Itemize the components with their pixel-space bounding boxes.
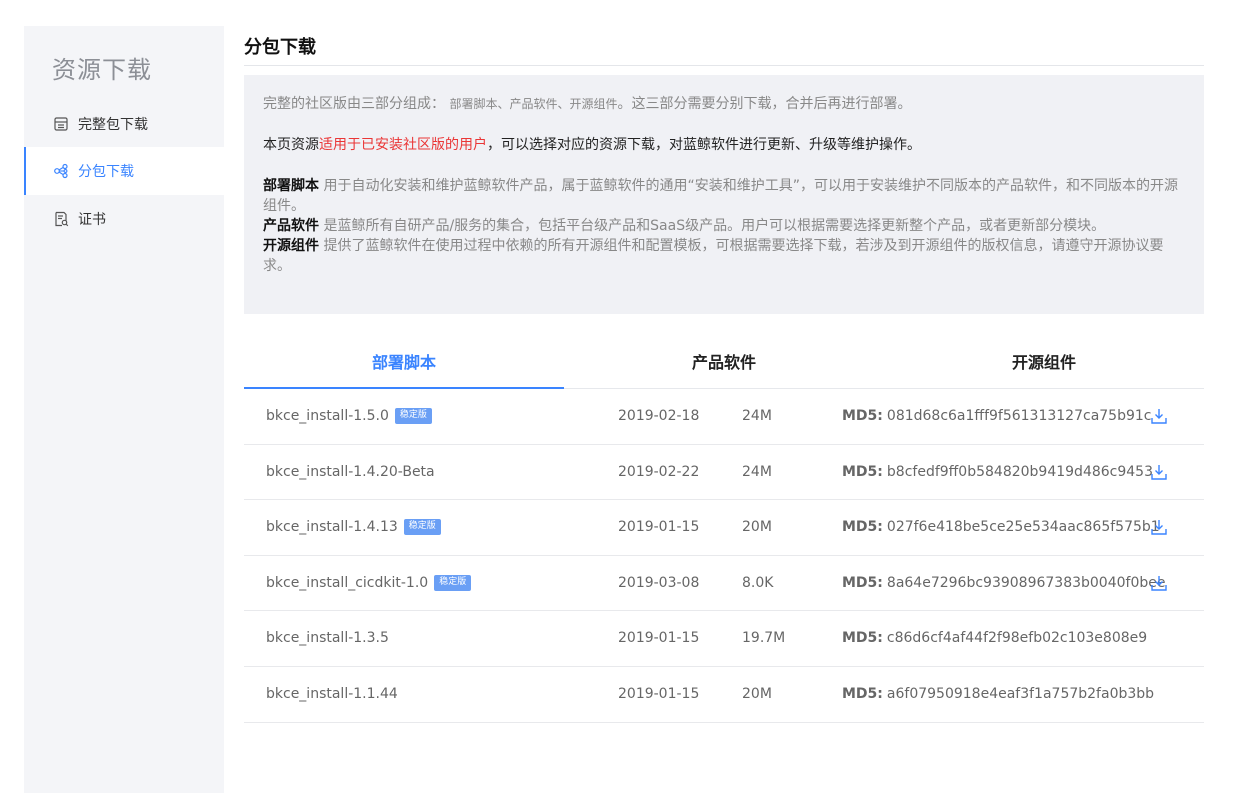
deploy-text: 用于自动化安装和维护蓝鲸软件产品，属于蓝鲸软件的通用“安装和维护工具”，可以用于… bbox=[263, 178, 1178, 214]
package-name-cell: bkce_install-1.5.0 稳定版 bbox=[266, 389, 432, 443]
stable-badge: 稳定版 bbox=[434, 574, 472, 591]
sidebar-item-split-download[interactable]: 分包下载 bbox=[24, 147, 224, 195]
release-date: 2019-01-15 bbox=[618, 685, 700, 702]
release-date: 2019-01-15 bbox=[618, 630, 700, 647]
md5-value: 027f6e418be5ce25e534aac865f575b1 bbox=[886, 519, 1160, 536]
md5-value: b8cfedf9ff0b584820b9419d486c9453 bbox=[886, 463, 1153, 480]
tab-bar: 部署脚本 产品软件 开源组件 bbox=[244, 343, 1204, 389]
download-icon[interactable] bbox=[1150, 463, 1168, 481]
sidebar-item-label: 证书 bbox=[78, 212, 106, 228]
md5-value: c86d6cf4af44f2f98efb02c103e808e9 bbox=[886, 630, 1148, 647]
scope-highlight: 适用于已安装社区版的用户 bbox=[319, 137, 487, 153]
package-name: bkce_install-1.1.44 bbox=[266, 685, 398, 702]
package-list: bkce_install-1.5.0 稳定版 2019-02-18 24M MD5: 08… bbox=[244, 389, 1204, 723]
package-name: bkce_install-1.3.5 bbox=[266, 630, 389, 647]
page-title: 分包下载 bbox=[244, 26, 1204, 66]
file-size: 20M bbox=[742, 685, 772, 702]
package-name-cell: bkce_install-1.4.13 稳定版 bbox=[266, 500, 441, 554]
md5-cell: MD5: b8cfedf9ff0b584820b9419d486c9453 bbox=[842, 445, 1153, 499]
sidebar-title: 资源下载 bbox=[52, 56, 152, 84]
oss-text: 提供了蓝鲸软件在使用过程中依赖的所有开源组件和配置模板，可根据需要选择下载，若涉… bbox=[263, 238, 1164, 274]
share-nodes-icon bbox=[52, 162, 70, 180]
package-name: bkce_install-1.4.20-Beta bbox=[266, 463, 435, 480]
package-name-cell: bkce_install-1.3.5 bbox=[266, 611, 389, 665]
certificate-icon bbox=[52, 210, 70, 228]
scope-prefix: 本页资源 bbox=[263, 137, 319, 153]
scope-suffix: ，可以选择对应的资源下载，对蓝鲸软件进行更新、升级等维护操作。 bbox=[487, 137, 921, 153]
md5-value: a6f07950918e4eaf3f1a757b2fa0b3bb bbox=[886, 685, 1155, 702]
md5-cell: MD5: a6f07950918e4eaf3f1a757b2fa0b3bb bbox=[842, 667, 1154, 721]
stable-badge: 稳定版 bbox=[394, 408, 432, 424]
sidebar: 资源下载 完整包下载 分包下载 证书 bbox=[24, 26, 224, 793]
package-name: bkce_install-1.4.13 bbox=[266, 519, 398, 536]
info-oss: 开源组件 提供了蓝鲸软件在使用过程中依赖的所有开源组件和配置模板，可根据需要选择… bbox=[263, 236, 1185, 276]
tab-open-source[interactable]: 开源组件 bbox=[884, 343, 1204, 388]
info-intro: 完整的社区版由三部分组成： 部署脚本、产品软件、开源组件。这三部分需要分别下载，… bbox=[263, 94, 1185, 114]
sidebar-item-certificate[interactable]: 证书 bbox=[24, 195, 224, 243]
deploy-label: 部署脚本 bbox=[263, 178, 319, 194]
md5-value: 081d68c6a1fff9f561313127ca75b91c bbox=[886, 408, 1152, 424]
package-name-cell: bkce_install_cicdkit-1.0 稳定版 bbox=[266, 556, 472, 610]
intro-parts: 部署脚本、产品软件、开源组件 bbox=[449, 97, 618, 111]
table-row: bkce_install_cicdkit-1.0 稳定版 2019-03-08 8.0… bbox=[244, 556, 1204, 612]
table-row: bkce_install-1.5.0 稳定版 2019-02-18 24M MD5: 08… bbox=[244, 389, 1204, 445]
tab-product-software[interactable]: 产品软件 bbox=[564, 343, 884, 388]
md5-cell: MD5: 027f6e418be5ce25e534aac865f575b1 bbox=[842, 500, 1160, 554]
product-text: 是蓝鲸所有自研产品/服务的集合，包括平台级产品和SaaS级产品。用户可以根据需要… bbox=[323, 218, 1106, 234]
sidebar-item-label: 分包下载 bbox=[78, 164, 134, 180]
package-name-cell: bkce_install-1.1.44 bbox=[266, 667, 398, 721]
stable-badge: 稳定版 bbox=[403, 519, 441, 536]
info-panel: 完整的社区版由三部分组成： 部署脚本、产品软件、开源组件。这三部分需要分别下载，… bbox=[244, 75, 1204, 314]
main-content: 分包下载 完整的社区版由三部分组成： 部署脚本、产品软件、开源组件。这三部分需要… bbox=[244, 26, 1204, 723]
product-label: 产品软件 bbox=[263, 218, 319, 234]
md5-label: MD5: bbox=[842, 408, 883, 424]
file-size: 8.0K bbox=[742, 574, 774, 591]
table-row: bkce_install-1.3.5 2019-01-15 19.7M MD5: c86… bbox=[244, 611, 1204, 667]
table-row: bkce_install-1.4.13 稳定版 2019-01-15 20M MD5: 0… bbox=[244, 500, 1204, 556]
release-date: 2019-03-08 bbox=[618, 574, 700, 591]
file-size: 19.7M bbox=[742, 630, 786, 647]
release-date: 2019-02-22 bbox=[618, 463, 700, 480]
file-size: 24M bbox=[742, 463, 772, 480]
intro-suffix: 。这三部分需要分别下载，合并后再进行部署。 bbox=[617, 96, 912, 112]
info-deploy: 部署脚本 用于自动化安装和维护蓝鲸软件产品，属于蓝鲸软件的通用“安装和维护工具”… bbox=[263, 176, 1185, 216]
md5-cell: MD5: c86d6cf4af44f2f98efb02c103e808e9 bbox=[842, 611, 1147, 665]
md5-label: MD5: bbox=[842, 519, 883, 536]
sidebar-item-label: 完整包下载 bbox=[78, 117, 148, 133]
download-icon[interactable] bbox=[1150, 574, 1168, 592]
md5-label: MD5: bbox=[842, 463, 883, 480]
info-product: 产品软件 是蓝鲸所有自研产品/服务的集合，包括平台级产品和SaaS级产品。用户可… bbox=[263, 216, 1185, 236]
sidebar-item-full-package[interactable]: 完整包下载 bbox=[24, 100, 224, 148]
tab-deploy-scripts[interactable]: 部署脚本 bbox=[244, 343, 564, 389]
release-date: 2019-02-18 bbox=[618, 408, 700, 424]
package-name-cell: bkce_install-1.4.20-Beta bbox=[266, 445, 435, 499]
download-icon[interactable] bbox=[1150, 407, 1168, 425]
md5-value: 8a64e7296bc93908967383b0040f0bee bbox=[886, 574, 1166, 591]
md5-cell: MD5: 8a64e7296bc93908967383b0040f0bee bbox=[842, 556, 1165, 610]
package-name: bkce_install_cicdkit-1.0 bbox=[266, 574, 429, 591]
md5-label: MD5: bbox=[842, 685, 883, 702]
md5-cell: MD5: 081d68c6a1fff9f561313127ca75b91c bbox=[842, 389, 1151, 443]
table-row: bkce_install-1.1.44 2019-01-15 20M MD5: a6f0… bbox=[244, 667, 1204, 723]
file-size: 20M bbox=[742, 519, 772, 536]
package-name: bkce_install-1.5.0 bbox=[266, 408, 389, 424]
release-date: 2019-01-15 bbox=[618, 519, 700, 536]
md5-label: MD5: bbox=[842, 574, 883, 591]
table-row: bkce_install-1.4.20-Beta 2019-02-22 24M MD5… bbox=[244, 445, 1204, 501]
info-scope: 本页资源适用于已安装社区版的用户，可以选择对应的资源下载，对蓝鲸软件进行更新、升… bbox=[263, 135, 1185, 155]
md5-label: MD5: bbox=[842, 630, 883, 647]
intro-prefix: 完整的社区版由三部分组成： bbox=[263, 96, 445, 112]
package-icon bbox=[52, 115, 70, 133]
download-icon[interactable] bbox=[1150, 518, 1168, 536]
oss-label: 开源组件 bbox=[263, 238, 319, 254]
file-size: 24M bbox=[742, 408, 772, 424]
